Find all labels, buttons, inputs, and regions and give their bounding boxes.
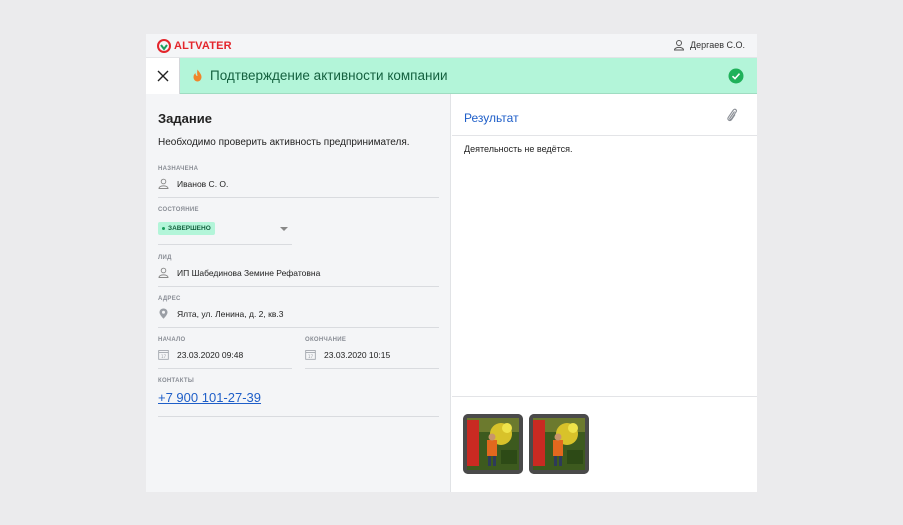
contacts-field: КОНТАКТЫ +7 900 101-27-39 — [158, 378, 261, 407]
start-label: НАЧАЛО — [158, 337, 186, 343]
logo-text: ALTVATER — [174, 40, 232, 52]
banner-title-text: Подтверждение активности компании — [210, 68, 448, 83]
svg-text:17: 17 — [161, 354, 167, 359]
attachment-thumbnail[interactable] — [529, 414, 589, 474]
divider — [158, 244, 292, 245]
user-icon — [158, 178, 169, 189]
assigned-value: Иванов С. О. — [177, 178, 229, 189]
close-button[interactable] — [146, 58, 180, 94]
location-pin-icon — [159, 308, 168, 319]
divider — [158, 286, 439, 287]
logo-icon — [157, 39, 171, 53]
divider — [158, 368, 292, 369]
address-field: АДРЕС Ялта, ул. Ленина, д. 2, кв.3 — [158, 296, 283, 319]
result-header: Результат — [452, 94, 757, 136]
calendar-icon: 17 — [158, 350, 169, 360]
assigned-value-row: Иванов С. О. — [158, 178, 228, 189]
attachments-area — [452, 396, 757, 492]
lead-value: ИП Шабединова Земине Рефатовна — [177, 267, 321, 278]
check-circle-icon — [728, 68, 744, 84]
task-heading: Задание — [158, 111, 212, 126]
divider — [158, 197, 439, 198]
status-dot-icon — [162, 227, 165, 230]
close-icon — [157, 70, 168, 82]
user-menu[interactable]: Дергаев С.О. — [673, 39, 745, 51]
status-field: СОСТОЯНИЕ — [158, 207, 199, 213]
paperclip-icon[interactable] — [725, 107, 739, 123]
status-label: СОСТОЯНИЕ — [158, 207, 199, 213]
banner-title: Подтверждение активности компании — [192, 68, 448, 83]
lead-field: ЛИД ИП Шабединова Земине Рефатовна — [158, 255, 320, 278]
task-description: Необходимо проверить активность предприн… — [158, 137, 410, 148]
address-value-row: Ялта, ул. Ленина, д. 2, кв.3 — [158, 308, 283, 319]
task-panel: Задание Необходимо проверить активность … — [146, 94, 451, 492]
divider — [158, 416, 439, 417]
result-text: Деятельность не ведётся. — [464, 144, 573, 154]
lead-value-row: ИП Шабединова Земине Рефатовна — [158, 267, 320, 278]
user-icon — [158, 267, 169, 278]
end-value-row: 17 23.03.2020 10:15 — [305, 349, 390, 360]
start-value: 23.03.2020 09:48 — [177, 349, 244, 360]
logo[interactable]: ALTVATER — [157, 39, 232, 53]
assigned-field: НАЗНАЧЕНА Иванов С. О. — [158, 166, 228, 189]
status-badge: ЗАВЕРШЕНО — [158, 222, 215, 235]
user-icon — [674, 40, 685, 51]
flame-icon — [193, 69, 202, 82]
user-name: Дергаев С.О. — [690, 40, 745, 50]
address-label: АДРЕС — [158, 296, 181, 302]
phone-link[interactable]: +7 900 101-27-39 — [158, 390, 261, 405]
end-label: ОКОНЧАНИЕ — [305, 337, 347, 343]
address-value: Ялта, ул. Ленина, д. 2, кв.3 — [177, 308, 284, 319]
divider — [158, 327, 439, 328]
result-panel: Результат Деятельность не ведётся. — [452, 94, 757, 492]
task-window: ALTVATER Дергаев С.О. Подтверждение акти… — [146, 34, 757, 492]
start-value-row: 17 23.03.2020 09:48 — [158, 349, 243, 360]
attachment-thumbnail[interactable] — [463, 414, 523, 474]
contacts-label: КОНТАКТЫ — [158, 378, 195, 384]
start-field: НАЧАЛО 17 23.03.2020 09:48 — [158, 337, 243, 360]
end-value: 23.03.2020 10:15 — [324, 349, 391, 360]
divider — [305, 368, 439, 369]
lead-label: ЛИД — [158, 255, 172, 261]
photo-image — [463, 414, 523, 474]
status-select[interactable]: ЗАВЕРШЕНО — [158, 222, 292, 235]
status-badge-text: ЗАВЕРШЕНО — [168, 225, 211, 232]
assigned-label: НАЗНАЧЕНА — [158, 166, 199, 172]
calendar-icon: 17 — [305, 350, 316, 360]
photo-image — [529, 414, 589, 474]
task-banner: Подтверждение активности компании — [146, 58, 757, 94]
end-field: ОКОНЧАНИЕ 17 23.03.2020 10:15 — [305, 337, 390, 360]
top-bar: ALTVATER Дергаев С.О. — [146, 34, 757, 58]
result-heading: Результат — [464, 111, 519, 125]
svg-text:17: 17 — [308, 354, 314, 359]
chevron-down-icon[interactable] — [280, 226, 288, 231]
